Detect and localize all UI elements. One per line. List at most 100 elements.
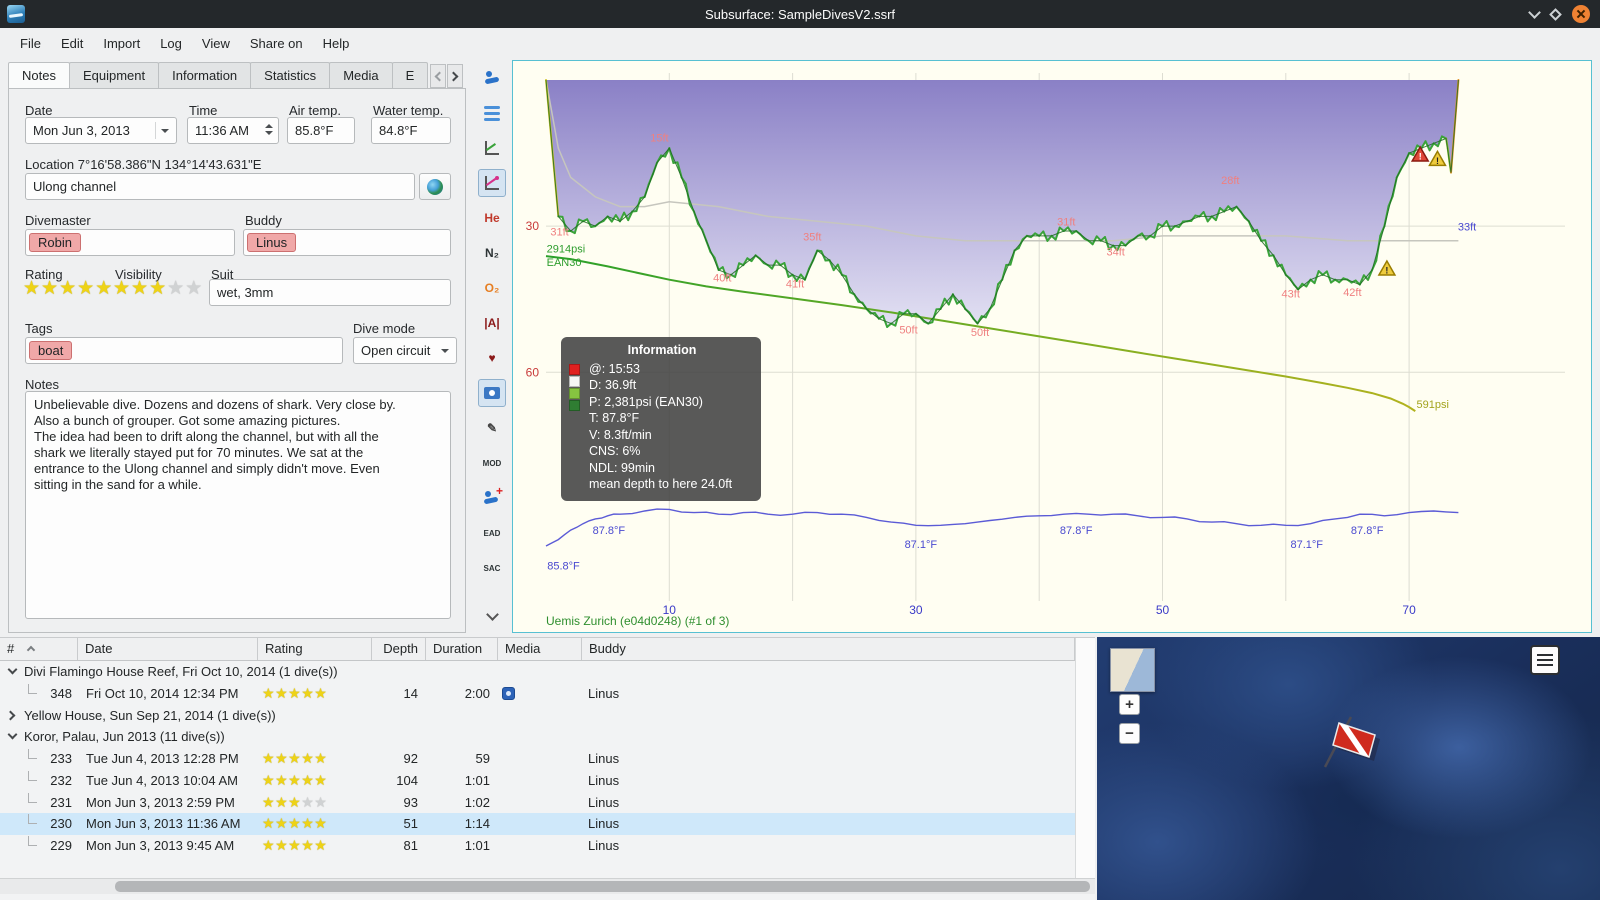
pressure-graph-icon[interactable]	[478, 169, 506, 197]
watertemp-field[interactable]: 84.8°F	[371, 117, 451, 144]
vertical-scrollbar-track[interactable]	[1075, 638, 1095, 878]
mod-icon[interactable]: MOD	[478, 449, 506, 477]
dive-row[interactable]: 348 Fri Oct 10, 2014 12:34 PM ★★★★★ 14 2:00 L…	[0, 683, 1075, 705]
rating-stars: ★★★★★	[262, 813, 327, 835]
star-icon[interactable]: ★	[167, 278, 185, 299]
map-zoom-out-button[interactable]: −	[1119, 723, 1140, 744]
column-header-date[interactable]: Date	[78, 638, 258, 660]
dive-profile-chart[interactable]: !!! 31ft 2914psi EAN30 15ft 40ft 41ft 35ft 50ft 5…	[512, 60, 1592, 633]
star-icon[interactable]: ★	[77, 278, 95, 299]
spinner-arrows-icon[interactable]	[265, 122, 273, 139]
o2-partial-pressure-icon[interactable]: O₂	[478, 274, 506, 302]
dive-row[interactable]: 229 Mon Jun 3, 2013 9:45 AM ★★★★★ 81 1:01 Lin…	[0, 835, 1075, 857]
annotations-icon[interactable]: |A|	[478, 309, 506, 337]
tab-information[interactable]: Information	[158, 62, 252, 88]
divemaster-chip[interactable]: Robin	[29, 233, 81, 252]
heartrate-icon[interactable]: ♥	[478, 344, 506, 372]
notes-textarea[interactable]: Unbelievable dive. Dozens and dozens of …	[25, 391, 451, 619]
visibility-stars[interactable]: ★★★★★	[113, 277, 203, 300]
expand-trip-icon[interactable]	[5, 710, 16, 720]
column-header-duration[interactable]: Duration	[426, 638, 498, 660]
n2-partial-pressure-icon[interactable]: N₂	[478, 239, 506, 267]
collapse-trip-icon[interactable]	[7, 729, 18, 740]
horizontal-scrollbar-track[interactable]	[0, 878, 1095, 894]
star-icon[interactable]: ★	[95, 278, 113, 299]
menu-help[interactable]: Help	[313, 32, 360, 55]
star-icon: ★	[275, 837, 289, 853]
diver-icon[interactable]	[478, 64, 506, 92]
tab-e[interactable]: E	[391, 62, 429, 88]
trip-row[interactable]: Yellow House, Sun Sep 21, 2014 (1 dive(s…	[0, 705, 1075, 727]
velocity-legend	[569, 364, 580, 411]
menu-share-on[interactable]: Share on	[240, 32, 313, 55]
menu-edit[interactable]: Edit	[51, 32, 93, 55]
trip-row[interactable]: Divi Flamingo House Reef, Fri Oct 10, 20…	[0, 661, 1075, 683]
collapse-toolbar-icon[interactable]	[478, 602, 506, 630]
airtemp-field[interactable]: 85.8°F	[287, 117, 355, 144]
dive-depth: 14	[403, 685, 418, 701]
scale-icon[interactable]	[478, 134, 506, 162]
menu-import[interactable]: Import	[93, 32, 150, 55]
person-plus-icon[interactable]: +	[478, 484, 506, 512]
photos-icon[interactable]	[478, 379, 506, 407]
ead-icon[interactable]: EAD	[478, 519, 506, 547]
pen-icon[interactable]: ✎	[478, 414, 506, 442]
tags-field[interactable]: boat	[25, 337, 343, 364]
map-menu-icon[interactable]	[1530, 645, 1560, 675]
dive-flag-marker[interactable]	[1317, 705, 1387, 775]
svg-text:50ft: 50ft	[899, 324, 917, 336]
minimize-icon[interactable]	[1528, 5, 1541, 19]
map-zoom-in-button[interactable]: +	[1119, 694, 1140, 715]
tab-scroll-left-button[interactable]	[430, 64, 446, 88]
dive-row[interactable]: 232 Tue Jun 4, 2013 10:04 AM ★★★★★ 104 1:01 L…	[0, 770, 1075, 792]
buddy-field[interactable]: Linus	[243, 229, 451, 256]
map-overview-inset[interactable]	[1110, 648, 1155, 692]
rating-stars[interactable]: ★★★★★	[23, 277, 113, 300]
star-icon[interactable]: ★	[149, 278, 167, 299]
sac-icon[interactable]: SAC	[478, 554, 506, 582]
divemaster-field[interactable]: Robin	[25, 229, 235, 256]
maximize-icon[interactable]	[1549, 7, 1562, 21]
buddy-chip[interactable]: Linus	[247, 233, 297, 252]
he-partial-pressure-icon[interactable]: He	[478, 204, 506, 232]
dive-site-map[interactable]: + −	[1097, 637, 1600, 900]
tab-statistics[interactable]: Statistics	[250, 62, 331, 88]
date-select[interactable]: Mon Jun 3, 2013	[25, 117, 177, 144]
globe-button[interactable]	[419, 173, 451, 200]
star-icon[interactable]: ★	[23, 278, 41, 299]
divemode-select[interactable]: Open circuit	[353, 337, 457, 364]
column-header-rating[interactable]: Rating	[258, 638, 372, 660]
tag-chip[interactable]: boat	[29, 341, 73, 360]
notes-tab-pane: Date Time Air temp. Water temp. Mon Jun …	[8, 88, 466, 633]
location-input[interactable]: Ulong channel	[25, 173, 415, 200]
trip-row[interactable]: Koror, Palau, Jun 2013 (11 dive(s))	[0, 726, 1075, 748]
column-header-buddy[interactable]: Buddy	[582, 638, 1075, 660]
star-icon[interactable]: ★	[59, 278, 77, 299]
media-icon[interactable]	[502, 686, 515, 700]
tab-notes[interactable]: Notes	[8, 62, 70, 88]
horizontal-scrollbar-handle[interactable]	[115, 881, 1090, 892]
tab-media[interactable]: Media	[329, 62, 393, 88]
column-header-media[interactable]: Media	[498, 638, 582, 660]
dive-row[interactable]: 230 Mon Jun 3, 2013 11:36 AM ★★★★★ 51 1:14 Li…	[0, 813, 1075, 835]
tab-equipment[interactable]: Equipment	[68, 62, 160, 88]
dive-row[interactable]: 233 Tue Jun 4, 2013 12:28 PM ★★★★★ 92 59 Linu…	[0, 748, 1075, 770]
time-spinner[interactable]: 11:36 AM	[187, 117, 279, 144]
star-icon[interactable]: ★	[131, 278, 149, 299]
waves-icon[interactable]	[478, 99, 506, 127]
tab-scroll-right-button[interactable]	[447, 64, 463, 88]
menu-log[interactable]: Log	[150, 32, 192, 55]
star-icon[interactable]: ★	[113, 278, 131, 299]
dive-row[interactable]: 231 Mon Jun 3, 2013 2:59 PM ★★★★★ 93 1:02 Lin…	[0, 792, 1075, 814]
star-icon[interactable]: ★	[185, 278, 203, 299]
close-icon[interactable]	[1572, 5, 1590, 23]
suit-input[interactable]: wet, 3mm	[209, 279, 451, 306]
menu-view[interactable]: View	[192, 32, 240, 55]
star-icon[interactable]: ★	[41, 278, 59, 299]
column-header-num[interactable]: #	[0, 638, 78, 660]
column-header-depth[interactable]: Depth	[372, 638, 426, 660]
collapse-trip-icon[interactable]	[7, 664, 18, 675]
titlebar[interactable]: Subsurface: SampleDivesV2.ssrf	[0, 0, 1600, 28]
menu-file[interactable]: File	[10, 32, 51, 55]
dive-duration: 1:01	[464, 838, 490, 853]
